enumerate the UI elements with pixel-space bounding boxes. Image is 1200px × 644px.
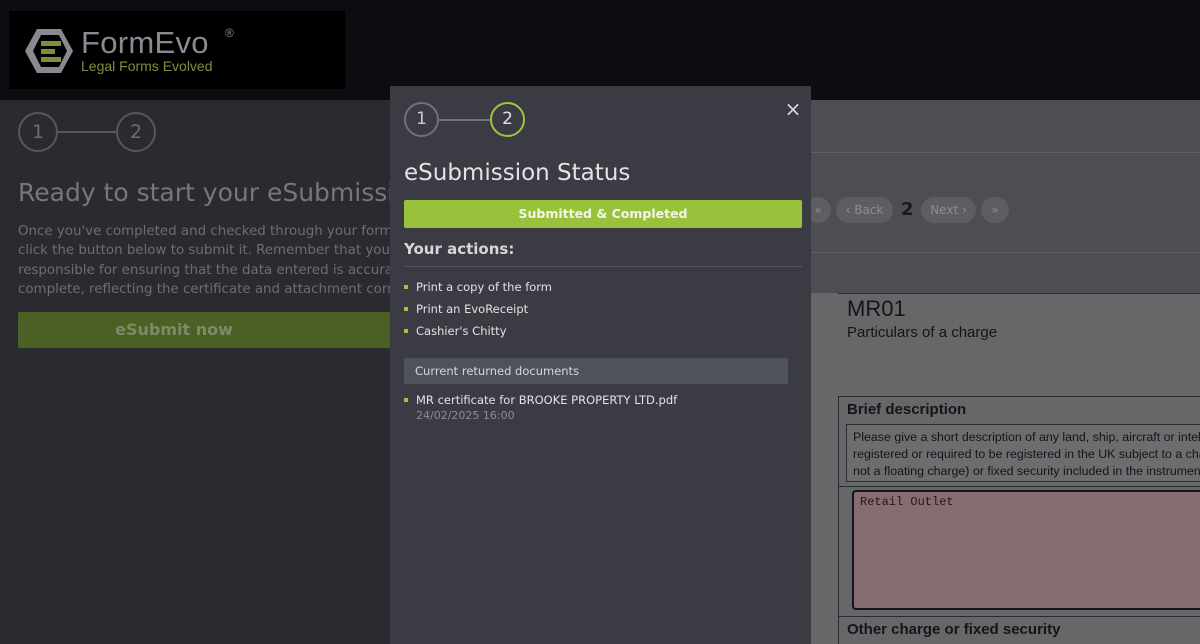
- action-label: Cashier's Chitty: [416, 324, 507, 338]
- instruction-line: not a floating charge) or fixed security…: [853, 464, 1200, 478]
- close-icon[interactable]: ×: [782, 98, 804, 120]
- esubmit-now-button[interactable]: eSubmit now: [18, 312, 390, 348]
- brand-name: FormEvo: [81, 25, 209, 60]
- back-button[interactable]: ‹ Back: [836, 197, 893, 223]
- returned-documents-heading: Current returned documents: [404, 358, 788, 384]
- brief-description-input[interactable]: Retail Outlet: [852, 490, 1200, 610]
- page-description: Once you've completed and checked throug…: [18, 224, 390, 298]
- modal-title: eSubmission Status: [404, 160, 631, 186]
- current-page-number: 2: [901, 199, 914, 220]
- modal-step-connector: [439, 119, 490, 121]
- form-preview-panel: « ‹ Back 2 Next › » MR01 Particulars of …: [811, 100, 1200, 644]
- instruction-line: Please give a short description of any l…: [853, 430, 1200, 444]
- returned-document-name: MR certificate for BROOKE PROPERTY LTD.p…: [416, 393, 678, 407]
- doc-rule: [838, 616, 1200, 617]
- registered-mark: ®: [225, 26, 234, 40]
- doc-rule: [838, 293, 1200, 294]
- bullet-icon: [404, 307, 408, 311]
- instruction-text: Please give a short description of any l…: [853, 429, 1200, 480]
- last-page-button[interactable]: »: [981, 197, 1009, 223]
- doc-rule: [838, 396, 839, 644]
- action-label: Print an EvoReceipt: [416, 302, 529, 316]
- modal-step-indicator: 1 2: [404, 102, 526, 142]
- brief-description-value: Retail Outlet: [860, 495, 954, 509]
- returned-document-link[interactable]: MR certificate for BROOKE PROPERTY LTD.p…: [404, 393, 677, 407]
- bullet-icon: [404, 329, 408, 333]
- action-cashiers-chitty[interactable]: Cashier's Chitty: [404, 320, 552, 342]
- action-label: Print a copy of the form: [416, 280, 553, 294]
- formevo-logo[interactable]: FormEvo ® Legal Forms Evolved: [9, 11, 345, 89]
- returned-document-date: 24/02/2025 16:00: [416, 409, 515, 422]
- status-badge: Submitted & Completed: [404, 200, 802, 228]
- doc-rule: [838, 396, 1200, 397]
- esubmission-status-modal: 1 2 × eSubmission Status Submitted & Com…: [390, 86, 811, 644]
- top-bar: FormEvo ® Legal Forms Evolved: [0, 0, 1200, 100]
- step-indicator: 1 2: [18, 112, 158, 152]
- next-button[interactable]: Next ›: [921, 197, 976, 223]
- brief-description-heading: Brief description: [847, 401, 967, 418]
- action-print-evoreceipt[interactable]: Print an EvoReceipt: [404, 298, 552, 320]
- form-name: Particulars of a charge: [847, 324, 998, 341]
- returned-document-item: MR certificate for BROOKE PROPERTY LTD.p…: [404, 393, 677, 422]
- formevo-logo-mark-icon: [25, 29, 73, 73]
- step-2: 2: [116, 112, 156, 152]
- divider: [404, 266, 802, 267]
- page-title: Ready to start your eSubmission: [18, 178, 390, 207]
- divider: [811, 252, 1200, 253]
- bullet-icon: [404, 398, 408, 402]
- step-connector: [58, 131, 116, 133]
- modal-step-1: 1: [404, 102, 439, 137]
- actions-list: Print a copy of the form Print an EvoRec…: [404, 276, 552, 342]
- form-code: MR01: [847, 296, 906, 321]
- pagination: « ‹ Back 2 Next › »: [811, 197, 1200, 225]
- instruction-line: registered or required to be registered …: [853, 447, 1200, 461]
- modal-step-2-active: 2: [490, 102, 525, 137]
- esubmission-intro-panel: 1 2 Ready to start your eSubmission Once…: [0, 100, 390, 644]
- bullet-icon: [404, 285, 408, 289]
- step-1: 1: [18, 112, 58, 152]
- other-charge-heading: Other charge or fixed security: [847, 621, 1061, 638]
- first-page-button[interactable]: «: [811, 197, 831, 223]
- brand-tagline: Legal Forms Evolved: [81, 58, 213, 74]
- doc-rule: [838, 486, 1200, 487]
- action-print-form[interactable]: Print a copy of the form: [404, 276, 552, 298]
- actions-heading: Your actions:: [404, 240, 515, 258]
- divider: [811, 152, 1200, 153]
